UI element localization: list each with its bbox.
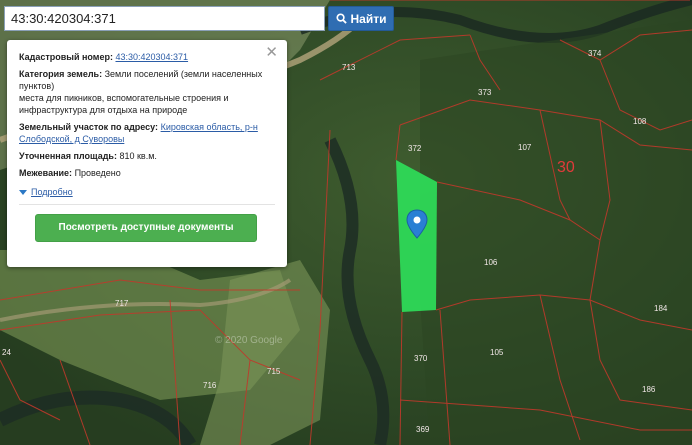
- plot-label: 373: [478, 88, 492, 97]
- view-documents-button[interactable]: Посмотреть доступные документы: [35, 214, 257, 242]
- cadastral-label: Кадастровый номер:: [19, 52, 113, 62]
- category-label: Категория земель:: [19, 69, 103, 79]
- details-toggle[interactable]: Подробно: [19, 186, 275, 198]
- parcel-info-popup: ✕ Кадастровый номер: 43:30:420304:371 Ка…: [7, 40, 287, 267]
- plot-label: 715: [267, 367, 281, 376]
- plot-label: 186: [642, 385, 656, 394]
- plot-label: 105: [490, 348, 504, 357]
- cadastral-number-row: Кадастровый номер: 43:30:420304:371: [19, 51, 275, 63]
- map-watermark: © 2020 Google: [215, 335, 283, 346]
- area-label: Уточненная площадь:: [19, 151, 117, 161]
- search-button-label: Найти: [350, 11, 387, 26]
- plot-label: 370: [414, 354, 428, 363]
- plot-label: 184: [654, 304, 668, 313]
- boundary-label: Межевание:: [19, 168, 73, 178]
- plot-label: 24: [2, 348, 11, 357]
- plot-label: 106: [484, 258, 498, 267]
- plot-label: 717: [115, 299, 129, 308]
- boundary-row: Межевание: Проведено: [19, 167, 275, 179]
- plot-label: 369: [416, 425, 430, 434]
- area-row: Уточненная площадь: 810 кв.м.: [19, 150, 275, 162]
- search-button[interactable]: Найти: [328, 6, 394, 31]
- cadastral-link[interactable]: 43:30:420304:371: [115, 52, 188, 62]
- search-input[interactable]: [4, 6, 325, 31]
- area-value: 810 кв.м.: [119, 151, 157, 161]
- details-link[interactable]: Подробно: [31, 186, 73, 198]
- plot-label: 108: [633, 117, 647, 126]
- address-label: Земельный участок по адресу:: [19, 122, 159, 132]
- search-bar: Найти: [4, 6, 394, 31]
- category-row: Категория земель: Земли поселений (земли…: [19, 68, 275, 116]
- search-icon: [335, 13, 347, 24]
- plot-label: 713: [342, 63, 356, 72]
- category-extra: места для пикников, вспомогательные стро…: [19, 93, 229, 115]
- quarter-label: 30: [557, 159, 575, 176]
- popup-divider: [19, 204, 275, 205]
- chevron-down-icon: [19, 189, 27, 195]
- boundary-value: Проведено: [74, 168, 121, 178]
- plot-label: 372: [408, 144, 422, 153]
- plot-label: 374: [588, 49, 602, 58]
- close-icon[interactable]: ✕: [265, 45, 278, 60]
- plot-label: 107: [518, 143, 532, 152]
- address-row: Земельный участок по адресу: Кировская о…: [19, 121, 275, 145]
- plot-label: 716: [203, 381, 217, 390]
